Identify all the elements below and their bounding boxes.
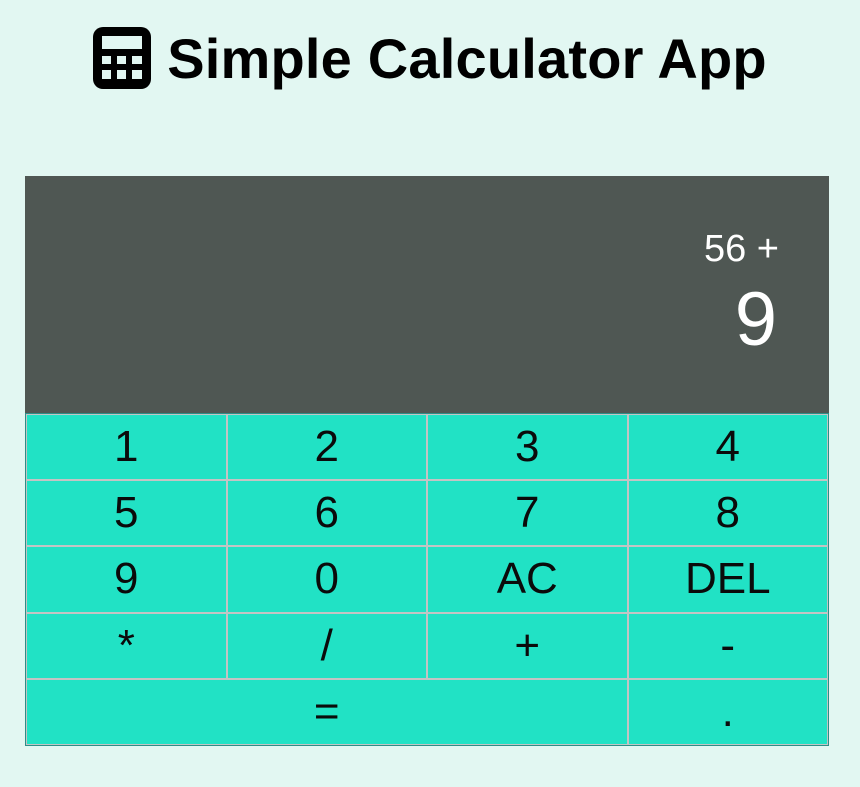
digit-1-button[interactable]: 1 bbox=[26, 414, 227, 481]
previous-operand: 56 + bbox=[703, 228, 779, 270]
decimal-button[interactable]: . bbox=[627, 678, 828, 745]
digit-3-button[interactable]: 3 bbox=[427, 414, 628, 481]
calculator-display: 56 + 9 bbox=[25, 176, 829, 413]
digit-0-button[interactable]: 0 bbox=[226, 546, 427, 613]
current-operand: 9 bbox=[734, 277, 777, 362]
delete-button[interactable]: DEL bbox=[627, 546, 828, 613]
calculator-icon bbox=[93, 27, 152, 89]
app-title: Simple Calculator App bbox=[0, 18, 860, 98]
add-button[interactable]: + bbox=[427, 612, 628, 679]
equals-button[interactable]: = bbox=[26, 678, 628, 745]
calculator-keypad: 1 2 3 4 5 6 7 8 9 0 AC DEL * / + - = . bbox=[25, 413, 829, 746]
subtract-button[interactable]: - bbox=[627, 612, 828, 679]
calculator: 56 + 9 1 2 3 4 5 6 7 8 9 0 AC DEL * / + … bbox=[25, 176, 829, 746]
page-title: Simple Calculator App bbox=[167, 26, 767, 90]
digit-8-button[interactable]: 8 bbox=[627, 480, 828, 547]
divide-button[interactable]: / bbox=[226, 612, 427, 679]
digit-2-button[interactable]: 2 bbox=[226, 414, 427, 481]
digit-7-button[interactable]: 7 bbox=[427, 480, 628, 547]
multiply-button[interactable]: * bbox=[26, 612, 227, 679]
digit-9-button[interactable]: 9 bbox=[26, 546, 227, 613]
digit-6-button[interactable]: 6 bbox=[226, 480, 427, 547]
digit-4-button[interactable]: 4 bbox=[627, 414, 828, 481]
all-clear-button[interactable]: AC bbox=[427, 546, 628, 613]
digit-5-button[interactable]: 5 bbox=[26, 480, 227, 547]
